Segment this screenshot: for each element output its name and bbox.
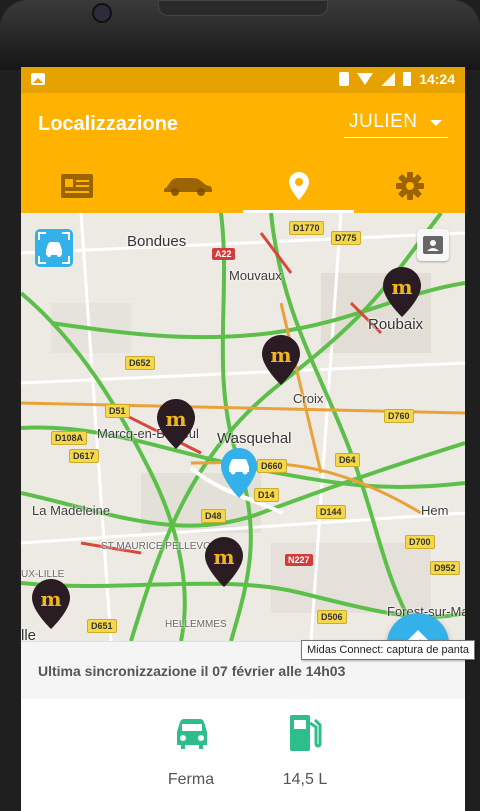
road-badge: D64: [335, 453, 360, 467]
chevron-down-icon: [430, 120, 442, 126]
map-view[interactable]: Bondues Mouvaux Roubaix Croix Marcq-en-B…: [21, 213, 465, 641]
road-badge: D14: [254, 488, 279, 502]
road-badge: D700: [405, 535, 435, 549]
phone-frame: 14:24 Localizzazione JULIEN Bondues Mouv…: [0, 0, 480, 811]
fuel-level-label: 14,5 L: [282, 771, 328, 788]
image-notification-icon: [31, 73, 45, 85]
svg-text:m: m: [270, 343, 291, 367]
battery-icon: [403, 72, 412, 86]
map-place-label: Hem: [421, 503, 449, 518]
midas-marker-icon[interactable]: m: [205, 537, 243, 587]
vibrate-icon: [339, 72, 350, 86]
road-badge: A22: [212, 248, 235, 260]
fuel-pump-icon: [290, 715, 322, 751]
user-focus-button[interactable]: [417, 229, 449, 261]
last-sync-text: Ultima sincronizzazione il 07 février al…: [38, 663, 346, 679]
svg-text:m: m: [213, 545, 234, 569]
road-badge: D760: [384, 409, 414, 423]
map-place-label: Wasquehal: [217, 430, 292, 447]
tab-location[interactable]: [243, 159, 354, 213]
road-badge: D108A: [51, 431, 88, 445]
tab-documents[interactable]: [21, 159, 132, 213]
map-place-label: La Madeleine: [32, 503, 111, 518]
page-title: Localizzazione: [38, 113, 179, 135]
vehicle-status-label: Ferma: [167, 771, 215, 788]
car-icon: [177, 719, 207, 749]
tab-settings[interactable]: [354, 159, 465, 213]
tab-bar: [21, 159, 465, 213]
map-place-label: Bondues: [127, 233, 187, 250]
midas-marker-icon[interactable]: m: [262, 335, 300, 385]
user-dropdown[interactable]: JULIEN: [344, 111, 448, 138]
road-badge: D1770: [289, 221, 324, 235]
road-badge: D144: [316, 505, 346, 519]
front-camera: [92, 3, 112, 23]
road-badge: D506: [317, 610, 347, 624]
midas-marker-icon[interactable]: m: [383, 267, 421, 317]
road-badge: D48: [201, 509, 226, 523]
car-location-marker-icon[interactable]: [221, 448, 257, 498]
road-badge: N227: [285, 554, 313, 566]
vehicle-focus-button[interactable]: [35, 229, 73, 267]
midas-marker-icon[interactable]: m: [157, 399, 195, 449]
app-bar: Localizzazione JULIEN: [21, 93, 465, 213]
road-badge: D651: [87, 619, 117, 633]
road-badge: D660: [257, 459, 287, 473]
window-tooltip: Midas Connect: captura de panta: [301, 640, 476, 660]
road-badge: D952: [430, 561, 460, 575]
vehicle-info-row: Ferma 14,5 L: [21, 699, 465, 811]
map-place-label: Roubaix: [368, 316, 424, 333]
tab-vehicle[interactable]: [132, 159, 243, 213]
svg-text:m: m: [391, 275, 412, 299]
status-bar: 14:24: [21, 67, 465, 93]
id-card-icon: [60, 174, 93, 198]
road-badge: D652: [125, 356, 155, 370]
midas-marker-icon[interactable]: m: [32, 579, 70, 629]
contact-card-icon: [423, 236, 443, 254]
road-badge: D775: [331, 231, 361, 245]
car-icon: [163, 178, 212, 196]
earpiece-speaker: [158, 0, 328, 16]
road-badge: D617: [69, 449, 99, 463]
map-place-label: HELLEMMES: [165, 619, 227, 630]
map-place-label: Mouvaux: [229, 268, 282, 283]
location-pin-icon: [288, 172, 309, 200]
user-dropdown-value: JULIEN: [349, 111, 418, 132]
svg-text:m: m: [40, 587, 61, 611]
map-place-label: lle: [21, 627, 37, 641]
map-place-label: Croix: [293, 391, 324, 406]
app-screen: 14:24 Localizzazione JULIEN Bondues Mouv…: [21, 67, 465, 811]
wifi-icon: [357, 73, 374, 85]
svg-text:m: m: [165, 407, 186, 431]
car-focus-icon: [38, 232, 70, 264]
road-badge: D51: [105, 404, 130, 418]
status-time: 14:24: [419, 71, 455, 87]
gear-icon: [395, 172, 424, 200]
signal-icon: [381, 72, 396, 86]
